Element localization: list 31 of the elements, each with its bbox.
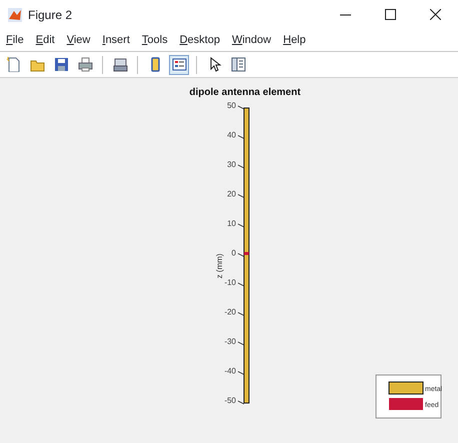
- tick-label: 10: [227, 219, 236, 228]
- menu-item[interactable]: Tools: [136, 32, 174, 49]
- close-icon: [430, 9, 441, 20]
- legend-icon: [172, 57, 186, 72]
- axis-label: z (mm): [215, 254, 224, 278]
- tick-label: 0: [232, 248, 236, 258]
- menu-item[interactable]: File: [0, 32, 30, 49]
- menu-item[interactable]: Window: [226, 32, 278, 49]
- menu-item[interactable]: Edit: [30, 32, 61, 49]
- tick-label: -50: [224, 396, 236, 405]
- tick-label: -40: [224, 366, 236, 376]
- new-file-icon: [6, 57, 20, 72]
- legend-button[interactable]: [169, 54, 189, 74]
- menu-item[interactable]: Insert: [96, 32, 136, 49]
- app-icon: [8, 8, 22, 22]
- tick-label: 50: [227, 101, 236, 110]
- printer-preview-icon: [112, 57, 128, 72]
- tick-label: 20: [227, 190, 236, 198]
- maximize-icon: [385, 9, 396, 20]
- tick-label: -20: [224, 308, 236, 316]
- menu-item[interactable]: Desktop: [174, 32, 226, 49]
- tick-label: 30: [227, 160, 236, 169]
- window-title: Figure 2: [28, 7, 74, 24]
- tick-label: -30: [224, 337, 236, 346]
- menu-item[interactable]: Help: [277, 32, 312, 49]
- menu-item[interactable]: View: [60, 32, 96, 49]
- tick-label: 40: [227, 130, 236, 140]
- printer-icon: [78, 57, 92, 72]
- tick-label: -10: [224, 278, 236, 287]
- property-panel-icon: [230, 57, 246, 72]
- plot-title: dipole antenna element: [189, 87, 301, 98]
